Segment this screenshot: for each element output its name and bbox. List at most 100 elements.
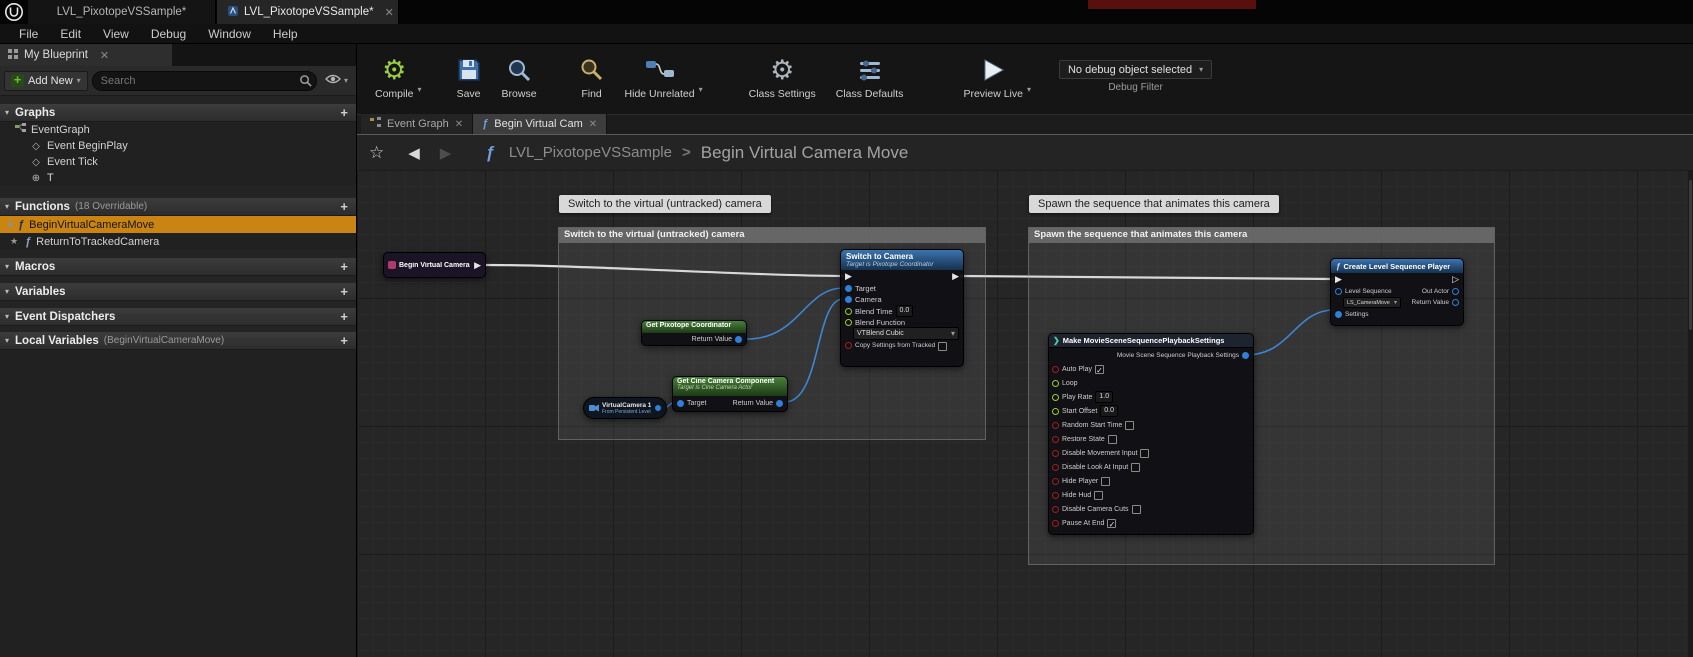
scrollbar-thumb[interactable] [1689, 180, 1692, 330]
view-options-button[interactable]: ▾ [321, 72, 352, 90]
menu-debug[interactable]: Debug [140, 25, 197, 43]
window-tab-level[interactable]: LVL_PixotopeVSSample* [28, 0, 216, 24]
return-value-pin[interactable] [735, 336, 742, 343]
comment-frame-title[interactable]: Switch to the virtual (untracked) camera [559, 228, 985, 243]
comment-frame-title[interactable]: Spawn the sequence that animates this ca… [1029, 228, 1494, 243]
target-pin[interactable] [677, 400, 684, 407]
disable-camera-cuts-checkbox[interactable] [1132, 505, 1141, 514]
section-event-dispatchers[interactable]: ▾ Event Dispatchers + [0, 308, 356, 326]
add-macro-button[interactable]: + [340, 259, 348, 274]
settings-pin[interactable] [1335, 311, 1342, 318]
start-offset-pin[interactable] [1052, 408, 1059, 415]
hide-hud-pin[interactable] [1052, 492, 1059, 499]
back-arrow-icon[interactable]: ◀ [408, 144, 420, 162]
function-item-returntotrackedcamera[interactable]: ★ ƒ ReturnToTrackedCamera [0, 233, 356, 250]
tree-item-event-beginplay[interactable]: ◇ Event BeginPlay [0, 138, 356, 154]
restore-state-checkbox[interactable] [1108, 435, 1117, 444]
loop-pin[interactable] [1052, 380, 1059, 387]
tab-event-graph[interactable]: Event Graph ✕ [361, 114, 473, 134]
node-make-playback-settings[interactable]: ❯ Make MovieSceneSequencePlaybackSetting… [1048, 333, 1254, 535]
exec-out-pin[interactable]: ▶ [952, 272, 959, 281]
blend-time-value[interactable]: 0.0 [896, 305, 914, 317]
window-tab-blueprint[interactable]: LVL_PixotopeVSSample* ✕ [217, 0, 399, 24]
debug-object-dropdown[interactable]: No debug object selected ▾ [1059, 60, 1212, 79]
section-variables[interactable]: ▾ Variables + [0, 283, 356, 301]
section-local-variables[interactable]: ▾ Local Variables (BeginVirtualCameraMov… [0, 332, 356, 350]
level-sequence-pin[interactable] [1335, 288, 1342, 295]
exec-out-pin[interactable]: ▷ [1452, 275, 1459, 284]
menu-window[interactable]: Window [197, 25, 262, 43]
restore-state-pin[interactable] [1052, 436, 1059, 443]
blend-function-dropdown[interactable]: VTBlend Cubic ▾ [853, 327, 959, 340]
pause-at-end-pin[interactable] [1052, 520, 1059, 527]
node-switch-to-camera[interactable]: Switch to Camera Target is Pixotope Coor… [840, 249, 964, 367]
class-defaults-button[interactable]: Class Defaults [826, 50, 914, 104]
close-icon[interactable]: ✕ [100, 49, 109, 62]
tree-item-event-tick[interactable]: ◇ Event Tick [0, 154, 356, 170]
menu-help[interactable]: Help [262, 25, 309, 43]
save-button[interactable]: Save [446, 50, 492, 104]
exec-in-pin[interactable]: ▶ [1335, 275, 1342, 284]
disable-look-at-input-pin[interactable] [1052, 464, 1059, 471]
disable-camera-cuts-pin[interactable] [1052, 506, 1059, 513]
add-function-button[interactable]: + [340, 199, 348, 214]
play-rate-pin[interactable] [1052, 394, 1059, 401]
expander-icon[interactable]: ▾ [5, 108, 9, 117]
node-get-cine-camera-component[interactable]: Get Cine Camera Component Target is Cine… [672, 376, 788, 412]
tab-begin-virtual-cam[interactable]: ƒ Begin Virtual Cam ✕ [473, 114, 607, 134]
node-get-pixotope-coordinator[interactable]: Get Pixotope Coordinator Return Value [641, 320, 747, 346]
close-icon[interactable]: ✕ [455, 119, 463, 130]
node-create-level-sequence-player[interactable]: ƒ Create Level Sequence Player ▶ ▷ Level… [1330, 258, 1464, 326]
graph-canvas[interactable]: Switch to the virtual (untracked) camera… [357, 170, 1693, 657]
expander-icon[interactable]: ▾ [5, 202, 9, 211]
hide-player-checkbox[interactable] [1101, 477, 1110, 486]
browse-button[interactable]: Browse [492, 50, 547, 104]
canvas-scrollbar[interactable] [1688, 170, 1693, 657]
copy-settings-pin[interactable] [845, 342, 852, 349]
add-local-variable-button[interactable]: + [340, 333, 348, 348]
expander-icon[interactable]: ▾ [5, 287, 9, 296]
add-new-button[interactable]: + Add New ▾ [4, 71, 88, 91]
camera-pin[interactable] [845, 296, 852, 303]
menu-file[interactable]: File [8, 25, 49, 43]
search-input[interactable] [92, 71, 317, 91]
start-offset-value[interactable]: 0.0 [1100, 405, 1118, 417]
blend-time-pin[interactable] [845, 308, 852, 315]
return-value-pin[interactable] [776, 400, 783, 407]
chevron-down-icon[interactable]: ▾ [699, 85, 703, 94]
copy-settings-checkbox[interactable] [938, 342, 947, 351]
hide-player-pin[interactable] [1052, 478, 1059, 485]
blend-function-pin[interactable] [845, 319, 852, 326]
pause-at-end-checkbox[interactable] [1107, 519, 1116, 528]
breadcrumb-root[interactable]: LVL_PixotopeVSSample [509, 144, 672, 161]
chevron-down-icon[interactable]: ▾ [418, 85, 422, 94]
exec-out-pin[interactable]: ▶ [474, 261, 481, 270]
forward-arrow-icon[interactable]: ▶ [440, 144, 452, 162]
node-virtualcamera-reference[interactable]: VirtualCamera 1 From Persistent Level [583, 397, 667, 419]
tab-my-blueprint[interactable]: My Blueprint ✕ [0, 44, 172, 66]
compile-button[interactable]: ⚙ Compile [365, 50, 424, 104]
section-functions[interactable]: ▾ Functions (18 Overridable) + [0, 198, 356, 216]
menu-view[interactable]: View [92, 25, 140, 43]
expander-icon[interactable]: ▾ [5, 336, 9, 345]
close-icon[interactable]: ✕ [589, 119, 597, 130]
exec-in-pin[interactable]: ▶ [845, 272, 852, 281]
auto-play-pin[interactable] [1052, 366, 1059, 373]
object-out-pin[interactable] [655, 405, 661, 411]
output-pin[interactable] [1242, 352, 1249, 359]
level-sequence-dropdown[interactable]: LS_CameraMove ▾ [1343, 297, 1401, 308]
disable-movement-input-checkbox[interactable] [1140, 449, 1149, 458]
random-start-time-pin[interactable] [1052, 422, 1059, 429]
auto-play-checkbox[interactable] [1095, 365, 1104, 374]
out-actor-pin[interactable] [1452, 288, 1459, 295]
chevron-down-icon[interactable]: ▾ [1027, 85, 1031, 94]
class-settings-button[interactable]: ⚙ Class Settings [739, 50, 826, 104]
return-value-pin[interactable] [1452, 299, 1459, 306]
play-rate-value[interactable]: 1.0 [1095, 391, 1113, 403]
add-dispatcher-button[interactable]: + [340, 309, 348, 324]
tree-item-eventgraph[interactable]: EventGraph [0, 122, 356, 138]
hide-unrelated-button[interactable]: Hide Unrelated [615, 50, 705, 104]
section-macros[interactable]: ▾ Macros + [0, 258, 356, 276]
disable-look-at-input-checkbox[interactable] [1131, 463, 1140, 472]
find-button[interactable]: Find [569, 50, 615, 104]
